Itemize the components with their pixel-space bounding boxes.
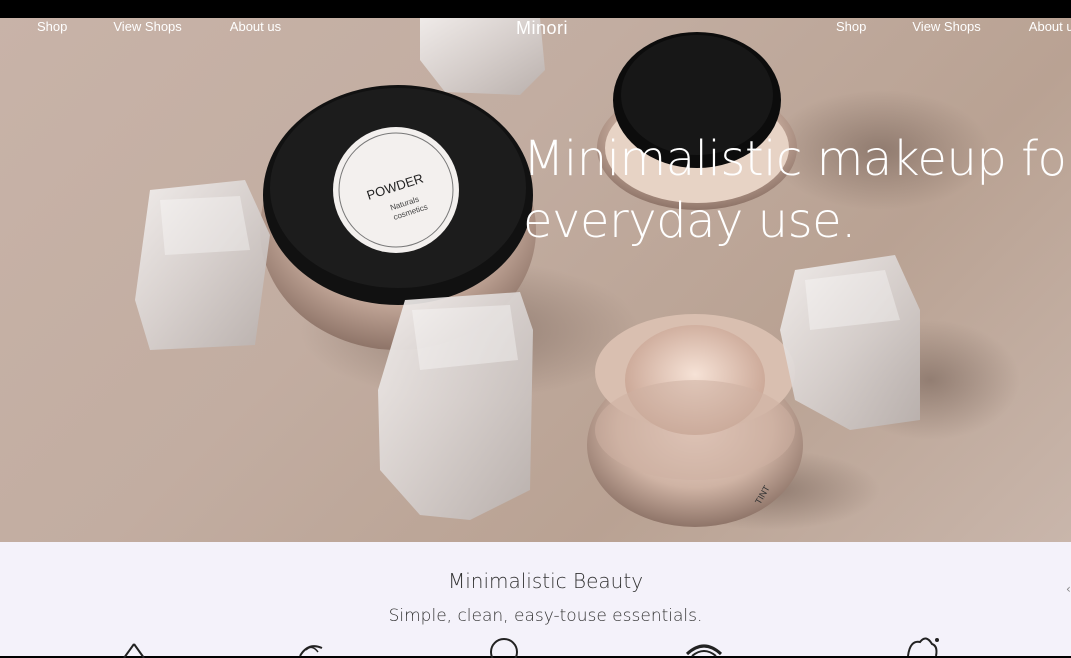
hero-headline-line2: everyday use. [523, 193, 856, 249]
hero-product-photo: POWDER Naturals cosmetics TINT [135, 18, 1020, 530]
section-subtitle: Simple, clean, easy-touse essentials. [388, 606, 703, 626]
nav-shop-link-right[interactable]: Shop [836, 18, 866, 38]
nav-left: Shop View Shops About us [37, 18, 281, 38]
nav-shop-link[interactable]: Shop [37, 18, 67, 38]
nav-view-shops-link[interactable]: View Shops [113, 18, 181, 38]
leaf-icon [299, 645, 323, 657]
nav-about-link[interactable]: About us [230, 18, 281, 38]
bunny-icon [907, 637, 939, 657]
hero-banner: POWDER Naturals cosmetics TINT Minimalis… [0, 0, 1071, 542]
nav-about-link-right[interactable]: About us [1029, 18, 1071, 38]
nav-view-shops-link-right[interactable]: View Shops [912, 18, 980, 38]
bulb-icon [490, 638, 518, 658]
brand-logo[interactable]: Minori [516, 18, 568, 39]
hero-headline-line1: Minimalistic makeup for [523, 131, 1071, 187]
hero-headline: Minimalistic makeup for everyday use. [523, 128, 1071, 252]
browser-top-bar [0, 0, 1071, 18]
nav-right: Shop View Shops About us [836, 18, 1071, 38]
eye-icon [685, 644, 723, 657]
section-title: Minimalistic Beauty [447, 569, 644, 593]
drop-icon [123, 643, 145, 658]
scroll-indicator: ‹ [1066, 582, 1071, 596]
